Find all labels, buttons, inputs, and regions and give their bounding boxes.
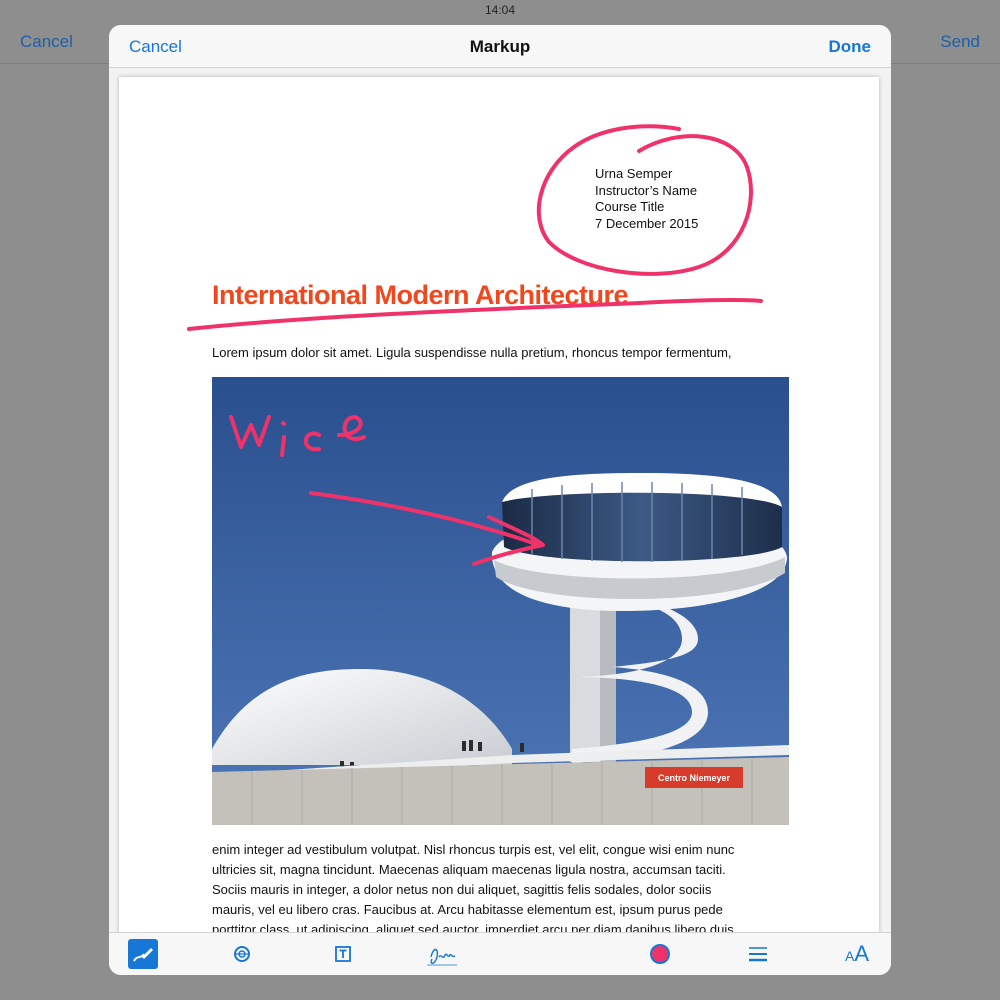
color-picker-icon[interactable]: [650, 944, 670, 964]
text-size-small-glyph: A: [845, 948, 855, 964]
document-meta: Urna Semper Instructor’s Name Course Tit…: [595, 166, 698, 232]
body-line: ultricies sit, magna tincidunt. Maecenas…: [212, 862, 726, 877]
markup-nav-bar: Cancel Markup Done: [109, 25, 891, 68]
meta-instructor: Instructor’s Name: [595, 182, 698, 198]
line-width-icon[interactable]: [743, 939, 773, 969]
markup-sheet: Cancel Markup Done Urna Semper Instructo…: [109, 25, 891, 975]
done-button[interactable]: Done: [829, 37, 872, 57]
document-title: International Modern Architecture: [212, 280, 629, 310]
magnifier-tool-icon[interactable]: [227, 939, 257, 969]
body-paragraph: enim integer ad vestibulum volutpat. Nis…: [212, 840, 802, 937]
meta-author: Urna Semper: [595, 166, 673, 181]
photo-sign-text: Centro Niemeyer: [658, 773, 731, 783]
status-bar: 14:04: [0, 0, 1000, 20]
text-size-icon[interactable]: AA: [845, 941, 869, 967]
architecture-photo: Centro Niemeyer: [212, 377, 789, 825]
sketch-tool-icon[interactable]: [128, 939, 158, 969]
markup-title: Markup: [469, 37, 531, 56]
meta-date: 7 December 2015: [595, 215, 699, 231]
body-line: enim integer ad vestibulum volutpat. Nis…: [212, 842, 735, 857]
intro-paragraph: Lorem ipsum dolor sit amet. Ligula suspe…: [212, 345, 732, 360]
background-send-button[interactable]: Send: [940, 32, 980, 52]
background-cancel-button[interactable]: Cancel: [20, 32, 73, 52]
meta-course: Course Title: [595, 199, 665, 214]
body-line: Sociis mauris in integer, a dolor netus …: [212, 882, 712, 897]
text-size-large-glyph: A: [854, 941, 870, 966]
signature-tool-icon[interactable]: [423, 943, 463, 969]
text-tool-icon[interactable]: [328, 939, 358, 969]
status-time: 14:04: [484, 3, 516, 17]
body-line: mauris, vel eu libero cras. Faucibus at.…: [212, 902, 723, 917]
markup-toolbar: AA: [109, 932, 891, 975]
document-page[interactable]: Urna Semper Instructor’s Name Course Tit…: [119, 77, 879, 937]
